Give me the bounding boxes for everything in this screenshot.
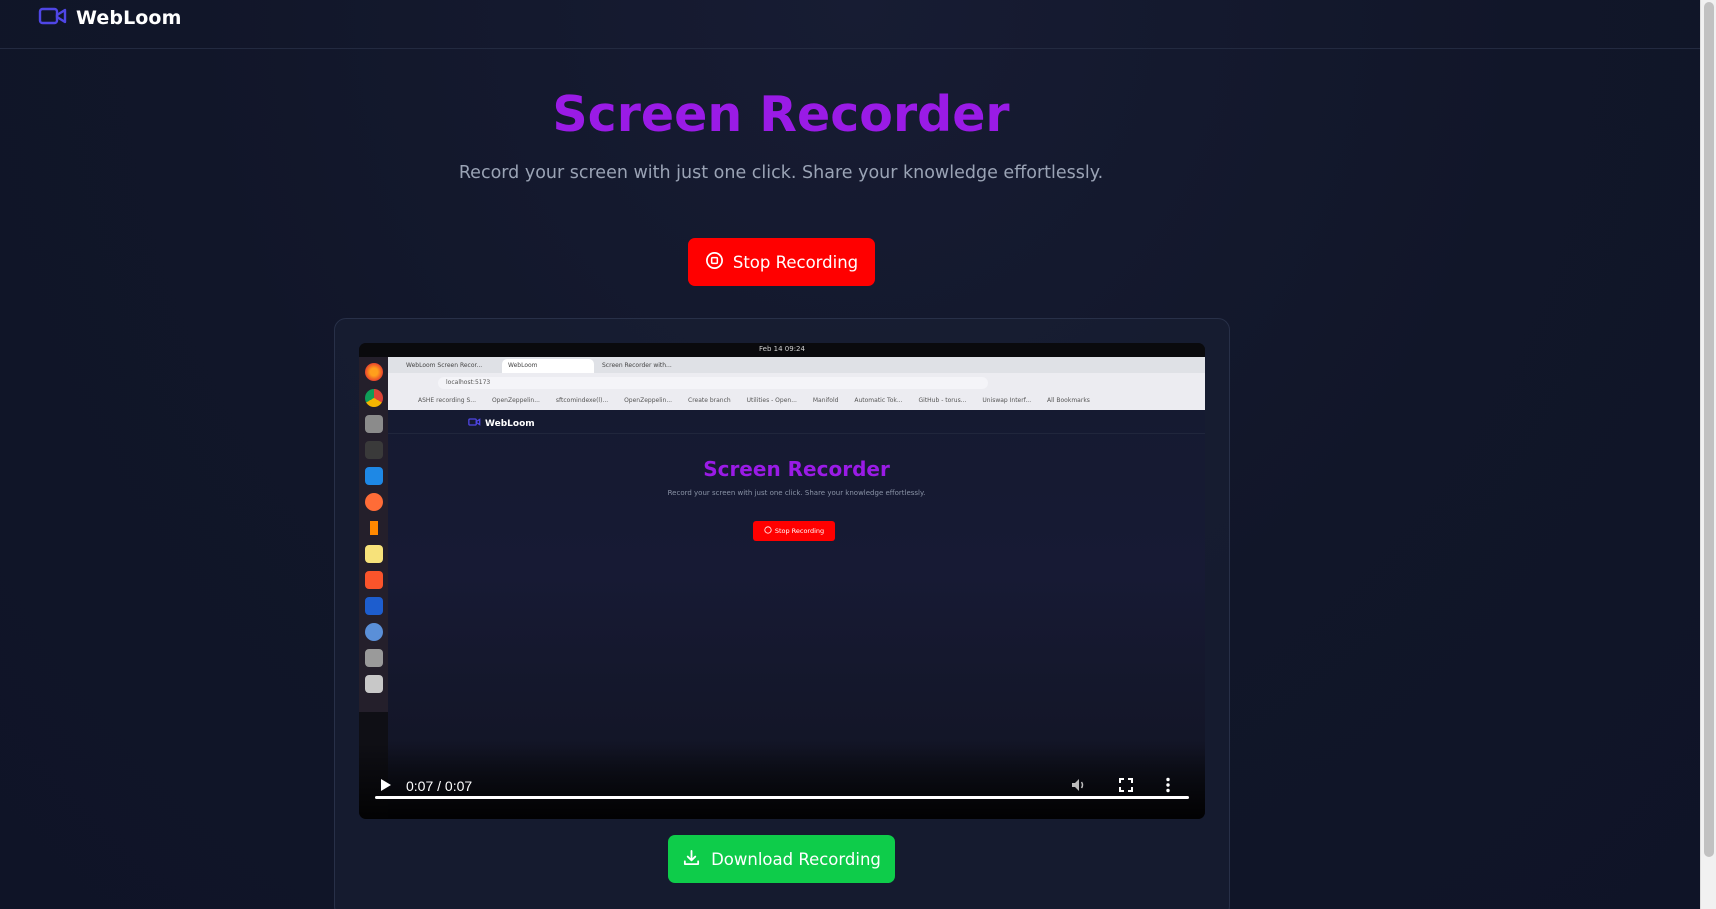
browser-tab: WebLoom Screen Recor... bbox=[406, 362, 483, 369]
brand-name: WebLoom bbox=[76, 7, 182, 29]
desktop-topbar: Feb 14 09:24 bbox=[359, 343, 1205, 357]
browser-bookmarks: ASHE recording S... OpenZeppelin... sftc… bbox=[388, 393, 1205, 409]
firefox-icon bbox=[365, 363, 383, 381]
scrollbar-thumb[interactable] bbox=[1704, 2, 1714, 857]
video-time: 0:07 / 0:07 bbox=[406, 778, 473, 794]
stop-recording-label: Stop Recording bbox=[732, 252, 859, 272]
bookmark-item: ASHE recording S... bbox=[418, 397, 477, 404]
recorded-stop-circle-icon bbox=[764, 526, 772, 536]
page-scrollbar[interactable] bbox=[1700, 0, 1716, 909]
video-controls: 0:07 / 0:07 bbox=[359, 743, 1205, 819]
bookmark-item: Uniswap Interf... bbox=[982, 397, 1032, 404]
bookmark-item: Utilities - Open... bbox=[746, 397, 797, 404]
bookmarks-folder: All Bookmarks bbox=[1047, 397, 1090, 404]
bookmark-item: sftcomindexe(l)... bbox=[555, 397, 609, 404]
recorded-brand: WebLoom bbox=[468, 417, 535, 430]
recorded-title: Screen Recorder bbox=[703, 457, 890, 481]
bookmark-item: Automatic Tok... bbox=[854, 397, 903, 404]
recorded-navbar: WebLoom bbox=[388, 410, 1205, 434]
desktop-dock bbox=[359, 357, 388, 712]
brave-icon bbox=[365, 571, 383, 589]
files-icon bbox=[365, 415, 383, 433]
stop-circle-icon bbox=[705, 251, 724, 274]
volume-icon[interactable] bbox=[1069, 776, 1087, 794]
brand-logo[interactable]: WebLoom bbox=[38, 5, 181, 31]
recorded-video-camera-icon bbox=[468, 417, 481, 430]
video-player[interactable]: Feb 14 09:24 WebLoom Screen Recor... Web… bbox=[359, 343, 1205, 819]
postman-icon bbox=[365, 493, 383, 511]
browser-tab: Screen Recorder with... bbox=[602, 362, 672, 369]
remote-icon bbox=[365, 597, 383, 615]
settings-app-icon bbox=[365, 623, 383, 641]
bookmark-item: GitHub - torus... bbox=[918, 397, 967, 404]
disk-icon bbox=[365, 649, 383, 667]
trash-icon bbox=[365, 675, 383, 693]
stop-recording-button[interactable]: Stop Recording bbox=[688, 238, 875, 286]
download-recording-button[interactable]: Download Recording bbox=[668, 835, 895, 883]
terminal-icon bbox=[365, 441, 383, 459]
video-progress-bar[interactable] bbox=[375, 796, 1189, 799]
navbar: WebLoom bbox=[0, 0, 1700, 49]
page-title: Screen Recorder bbox=[552, 86, 1010, 143]
more-options-icon[interactable] bbox=[1159, 776, 1177, 794]
browser-urlbar: localhost:5173 bbox=[438, 377, 988, 389]
vscode-icon bbox=[365, 467, 383, 485]
recorded-subtitle: Record your screen with just one click. … bbox=[667, 489, 926, 497]
play-icon[interactable] bbox=[376, 776, 394, 794]
bookmark-item: Create branch bbox=[688, 397, 731, 404]
fullscreen-icon[interactable] bbox=[1117, 776, 1135, 794]
browser-chrome: WebLoom Screen Recor... WebLoom Screen R… bbox=[388, 357, 1205, 410]
page-subtitle: Record your screen with just one click. … bbox=[458, 163, 1104, 183]
bookmark-item: OpenZeppelin... bbox=[624, 397, 673, 404]
chrome-icon bbox=[365, 389, 383, 407]
recorded-stop-button: Stop Recording bbox=[753, 521, 835, 541]
bookmark-item: Manifold bbox=[812, 397, 839, 404]
browser-tab-active: WebLoom bbox=[502, 359, 594, 373]
download-recording-label: Download Recording bbox=[711, 849, 881, 869]
browser-tabstrip: WebLoom Screen Recor... WebLoom Screen R… bbox=[388, 357, 1205, 373]
vlc-icon bbox=[365, 519, 383, 537]
recorded-brand-name: WebLoom bbox=[485, 418, 535, 429]
notes-icon bbox=[365, 545, 383, 563]
bookmark-item: OpenZeppelin... bbox=[491, 397, 540, 404]
recorded-stop-label: Stop Recording bbox=[774, 527, 825, 535]
desktop-clock: Feb 14 09:24 bbox=[759, 345, 805, 353]
video-camera-icon bbox=[38, 5, 68, 31]
download-icon bbox=[682, 848, 701, 871]
